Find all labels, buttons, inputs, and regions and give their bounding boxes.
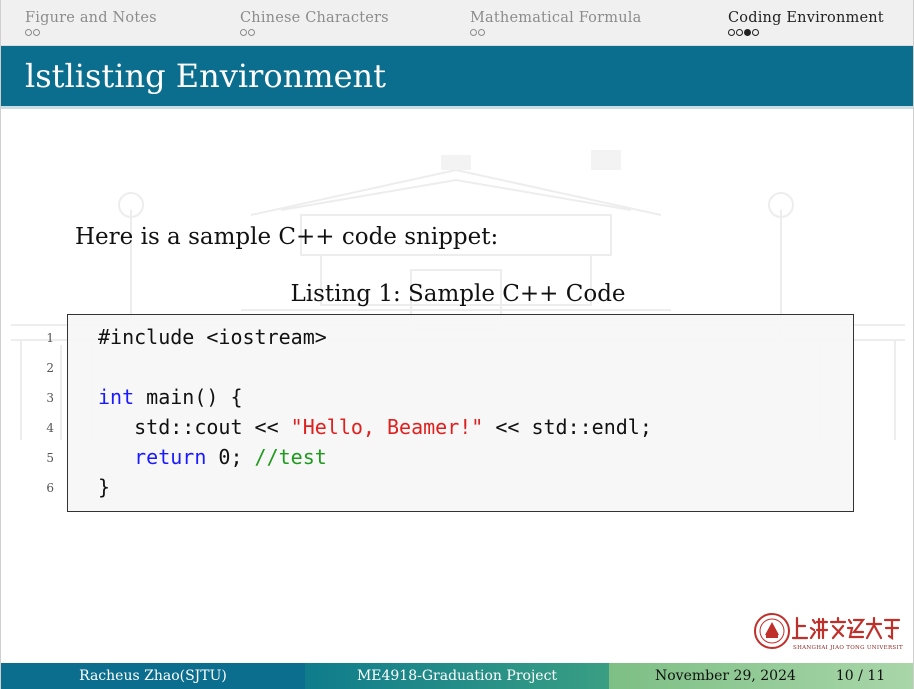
beamer-slide: Figure and Notes Chinese Characters Math…: [0, 0, 914, 689]
section-navigation: Figure and Notes Chinese Characters Math…: [1, 0, 913, 46]
code-text: }: [98, 475, 111, 499]
line-number: 2: [46, 361, 54, 375]
line-number: 1: [46, 331, 54, 345]
code-line: 1 #include <iostream>: [46, 322, 855, 352]
code-line: 5 return 0; //test: [46, 442, 855, 472]
footer-bar: Racheus Zhao(SJTU) ME4918-Graduation Pro…: [1, 663, 913, 689]
keyword-token: return: [134, 445, 207, 469]
frame-title: lstlisting Environment: [25, 57, 386, 95]
code-text: std::cout << "Hello, Beamer!" << std::en…: [98, 415, 652, 439]
frame-title-bar: lstlisting Environment: [1, 46, 913, 109]
frame-dot[interactable]: [478, 29, 485, 36]
line-number: 5: [46, 451, 54, 465]
nav-section-label: Mathematical Formula: [470, 10, 642, 26]
nav-section-figure-notes[interactable]: Figure and Notes: [25, 10, 157, 36]
code-line: 3 int main() {: [46, 382, 855, 412]
nav-section-chinese-characters[interactable]: Chinese Characters: [240, 10, 389, 36]
frame-dot[interactable]: [752, 29, 759, 36]
code-line: 2: [46, 352, 855, 382]
frame-dots: [240, 29, 389, 36]
footer-page-number: 10 / 11: [835, 668, 886, 684]
footer-author-segment: Racheus Zhao(SJTU): [1, 663, 305, 689]
svg-text:SHANGHAI JIAO TONG UNIVERSITY: SHANGHAI JIAO TONG UNIVERSITY: [793, 645, 903, 651]
code-text: int main() {: [98, 385, 243, 409]
code-listing[interactable]: 1 #include <iostream> 2 3 int main() { 4…: [46, 314, 855, 512]
keyword-token: int: [98, 385, 135, 409]
nav-section-label: Chinese Characters: [240, 10, 389, 26]
code-token: std::cout <<: [98, 415, 291, 439]
nav-section-mathematical-formula[interactable]: Mathematical Formula: [470, 10, 641, 36]
line-number: 4: [46, 421, 54, 435]
frame-dots: [470, 29, 641, 36]
comment-token: //test: [254, 445, 327, 469]
frame-dot[interactable]: [470, 29, 477, 36]
footer-author: Racheus Zhao(SJTU): [79, 668, 227, 684]
frame-dot[interactable]: [240, 29, 247, 36]
footer-project: ME4918-Graduation Project: [356, 668, 558, 684]
code-token: main() {: [134, 385, 243, 409]
frame-dots: [25, 29, 157, 36]
code-token: << std::endl;: [483, 415, 652, 439]
code-text: #include <iostream>: [98, 325, 327, 349]
frame-dot[interactable]: [25, 29, 32, 36]
line-number: 3: [46, 391, 54, 405]
frame-dot-current[interactable]: [744, 29, 751, 36]
listing-caption: Listing 1: Sample C++ Code: [290, 281, 626, 307]
footer-title-segment: ME4918-Graduation Project: [305, 663, 609, 689]
frame-dot[interactable]: [248, 29, 255, 36]
code-line: 6 }: [46, 472, 855, 502]
code-token: 0;: [206, 445, 255, 469]
footer-date-segment: November 29, 2024 10 / 11: [609, 663, 913, 689]
frame-dots: [728, 29, 884, 36]
frame-dot[interactable]: [33, 29, 40, 36]
nav-section-label: Figure and Notes: [25, 10, 157, 26]
nav-section-label: Coding Environment: [728, 10, 884, 26]
code-text: return 0; //test: [98, 445, 327, 469]
line-number: 6: [46, 481, 54, 495]
sjtu-logo-icon: SHANGHAI JIAO TONG UNIVERSITY: [754, 613, 903, 651]
string-token: "Hello, Beamer!": [290, 415, 484, 439]
frame-dot[interactable]: [728, 29, 735, 36]
footer-date: November 29, 2024: [655, 668, 796, 684]
frame-dot[interactable]: [736, 29, 743, 36]
nav-section-coding-environment[interactable]: Coding Environment: [728, 10, 884, 36]
intro-text: Here is a sample C++ code snippet:: [75, 224, 499, 250]
code-line: 4 std::cout << "Hello, Beamer!" << std::…: [46, 412, 855, 442]
